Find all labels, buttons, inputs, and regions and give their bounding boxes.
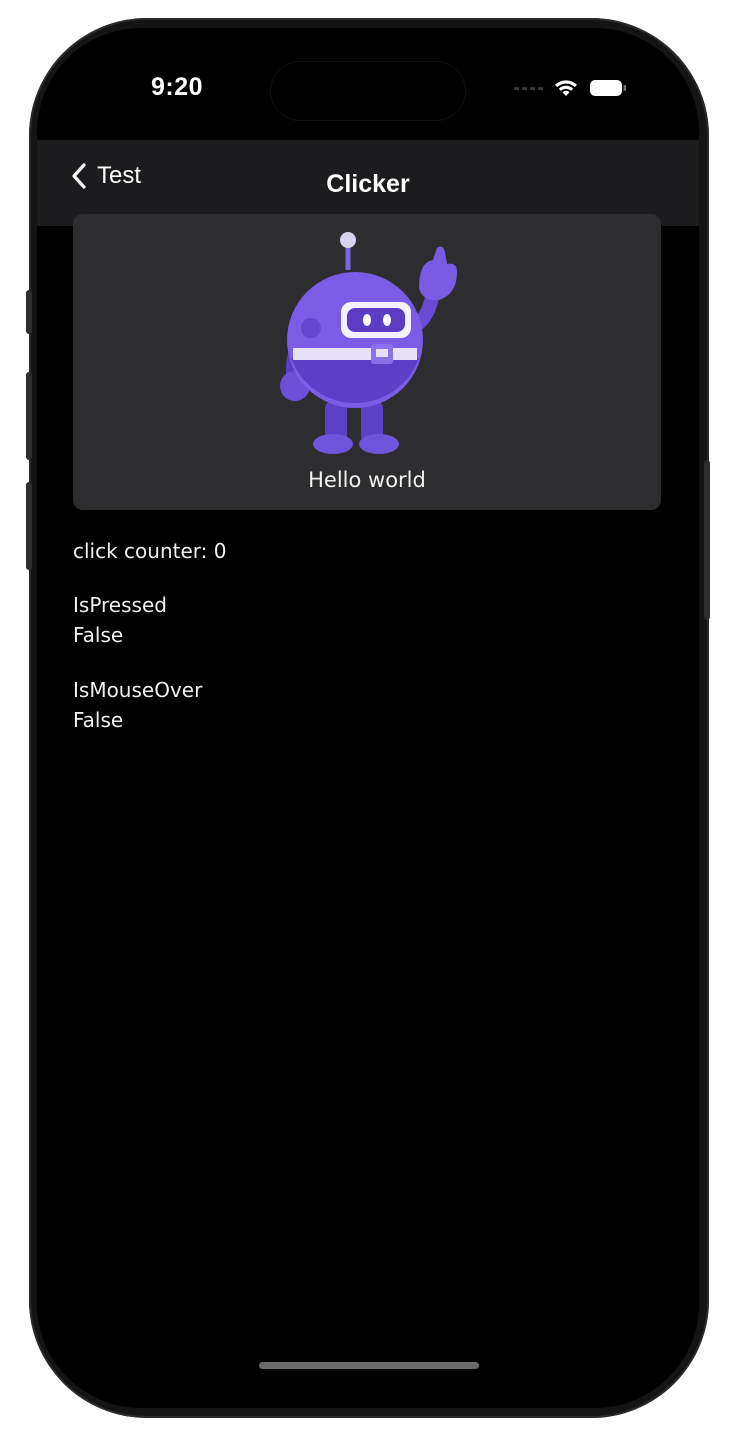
home-indicator[interactable] — [259, 1362, 479, 1369]
volume-up-button — [26, 372, 32, 460]
page-title: Clicker — [326, 170, 410, 198]
wifi-icon — [555, 80, 577, 96]
silent-switch — [26, 290, 32, 334]
cellular-signal-icon — [514, 86, 543, 90]
dynamic-island — [271, 62, 465, 120]
is-mouse-over-value: False — [73, 708, 124, 732]
battery-icon — [590, 80, 626, 96]
dotnet-bot-icon — [280, 232, 457, 454]
clicker-card[interactable]: Hello world — [73, 214, 661, 510]
is-pressed-value: False — [73, 623, 124, 647]
click-counter-text: click counter: 0 — [73, 539, 227, 563]
power-button — [704, 460, 710, 620]
status-time: 9:20 — [150, 73, 204, 101]
card-label: Hello world — [308, 468, 426, 492]
is-pressed-label: IsPressed — [73, 593, 167, 617]
is-mouse-over-label: IsMouseOver — [73, 678, 203, 702]
status-icons — [514, 78, 627, 98]
screen: 9:20 Test Clicker Hello world click coun… — [37, 28, 699, 1408]
volume-down-button — [26, 482, 32, 570]
